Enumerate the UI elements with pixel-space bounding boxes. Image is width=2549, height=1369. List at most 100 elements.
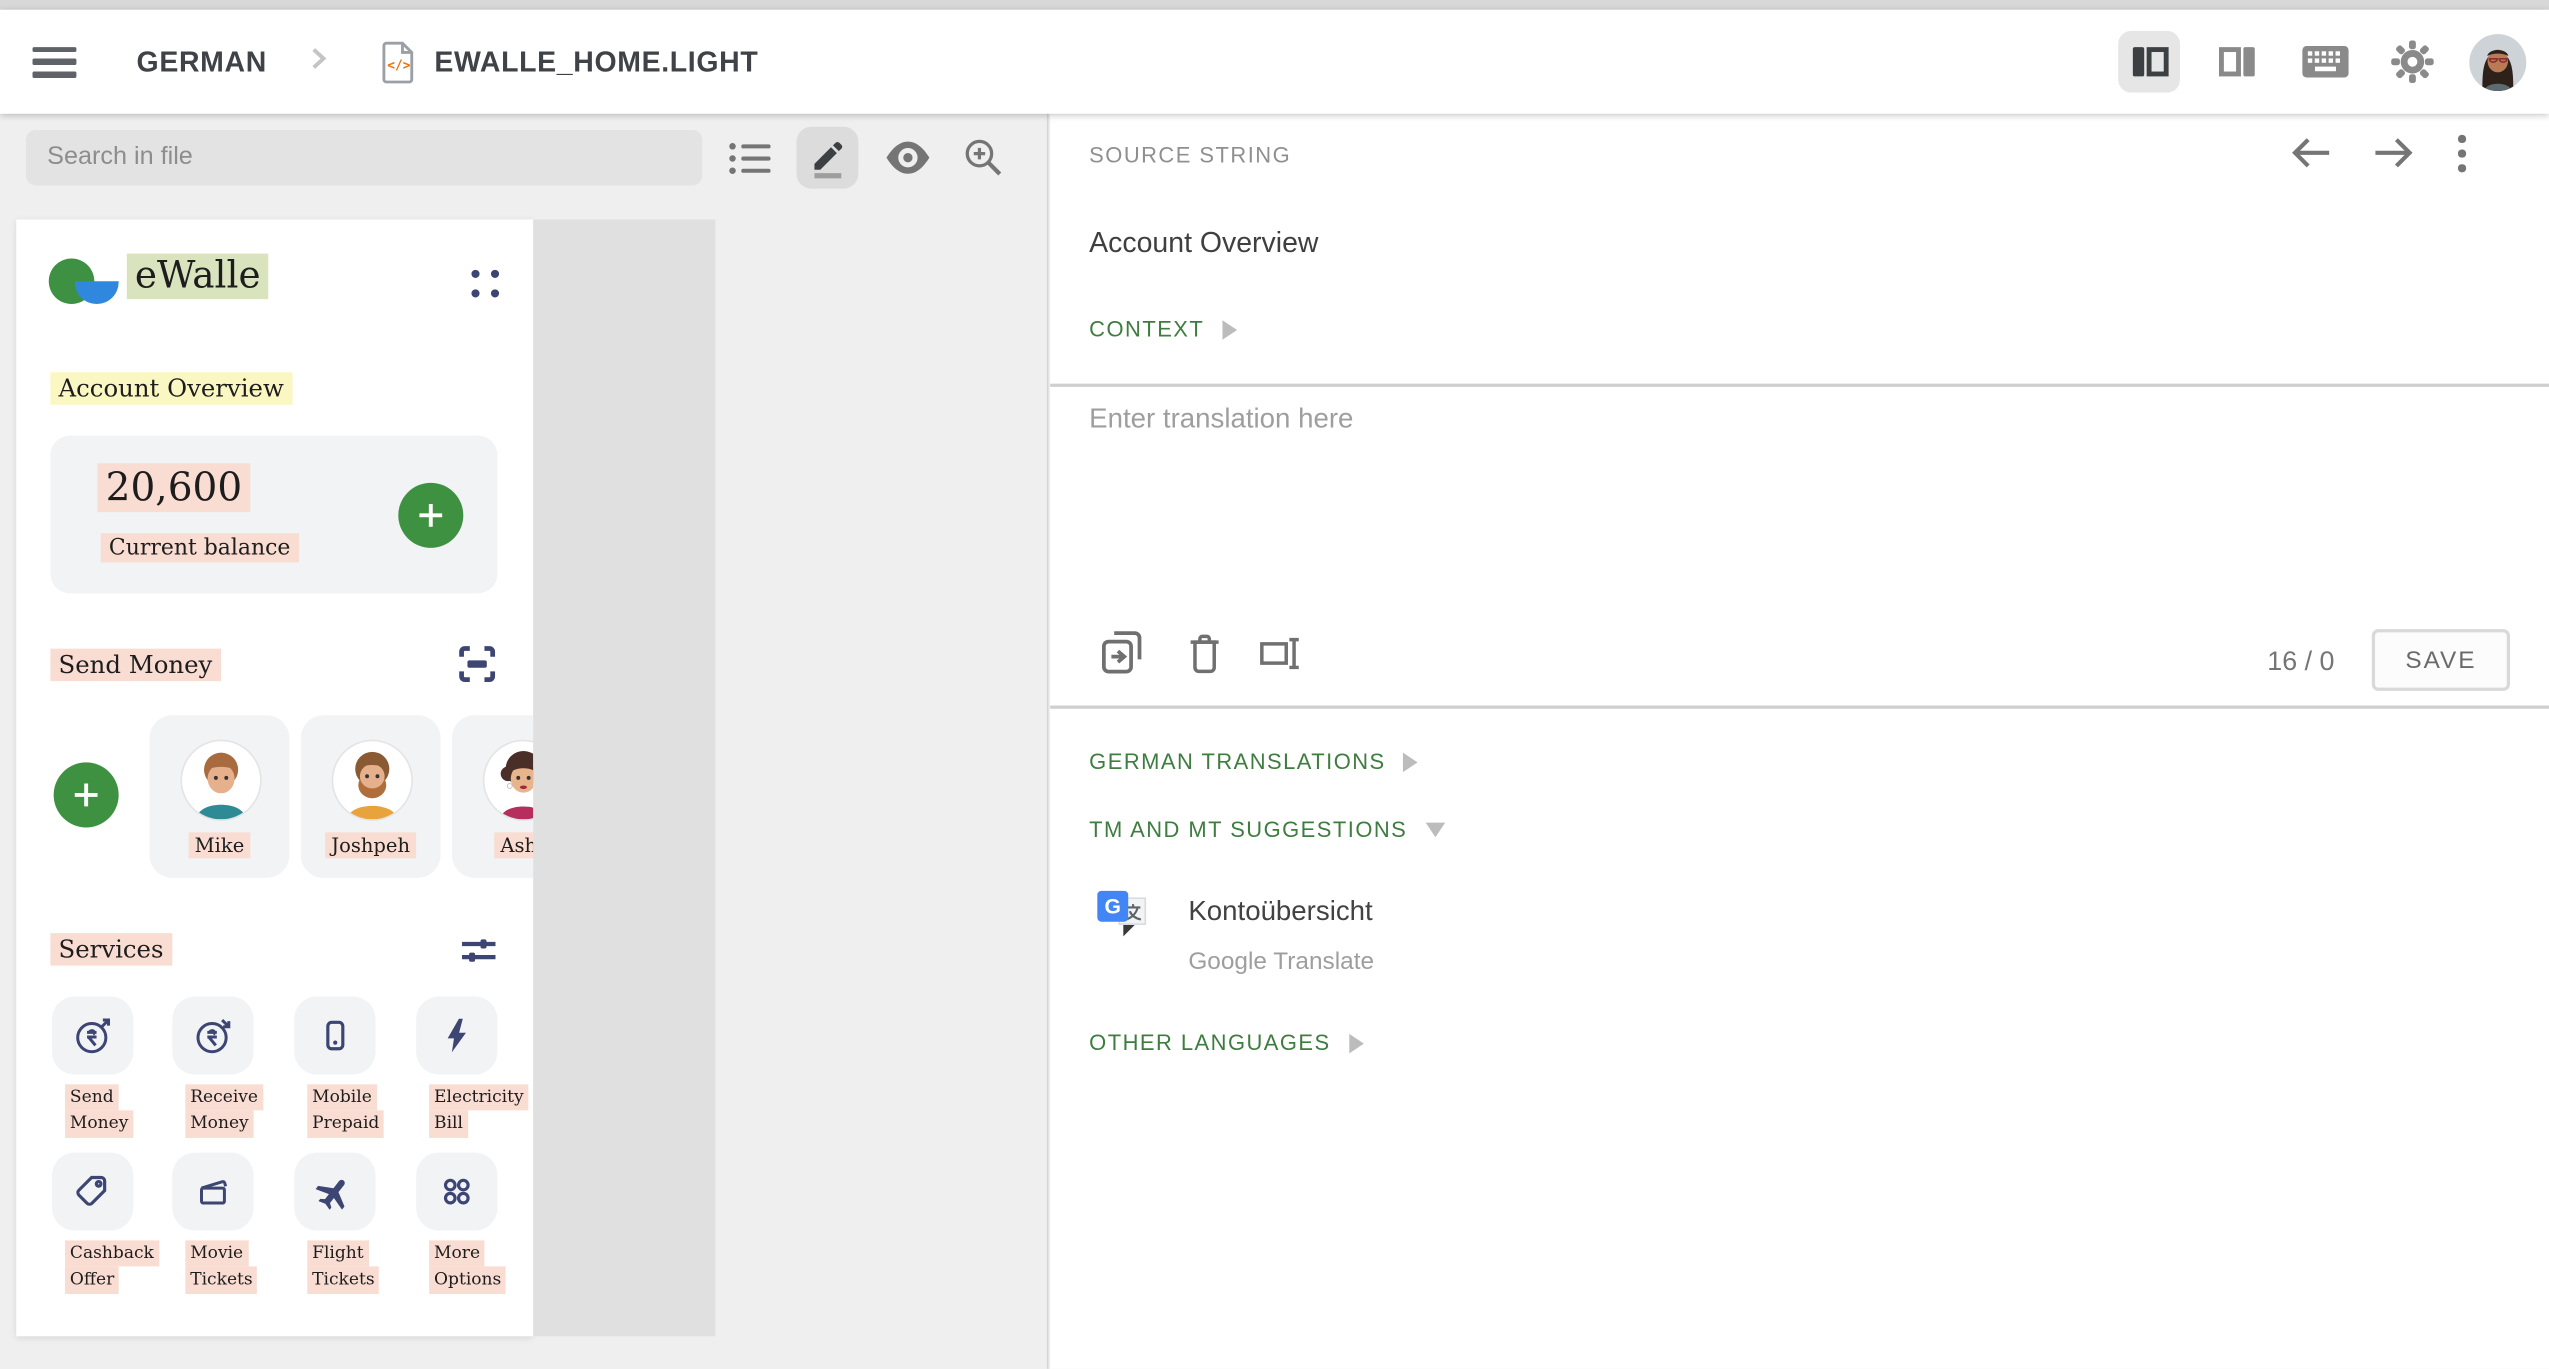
list-icon — [727, 139, 771, 176]
service-label[interactable]: ElectricityBill — [429, 1084, 528, 1137]
service-label[interactable]: FlightTickets — [307, 1240, 379, 1293]
plane-icon — [314, 1170, 356, 1212]
balance-label[interactable]: Current balance — [101, 535, 299, 561]
tag-icon — [72, 1170, 114, 1212]
balance-value[interactable]: 20,600 — [98, 465, 251, 511]
panel-right-icon — [2215, 42, 2259, 81]
service-tile-more-options[interactable] — [416, 1153, 497, 1231]
preview-panel: eWalle Account Overview 20,600 Current b… — [0, 114, 1049, 1369]
preview-account-overview-string[interactable]: Account Overview — [50, 374, 292, 403]
preview-services-string[interactable]: Services — [50, 935, 171, 964]
divider — [1050, 706, 2549, 709]
contact-avatar — [483, 740, 533, 821]
contact-name: Ashl — [452, 834, 533, 857]
translation-input[interactable] — [1089, 403, 2487, 598]
file-chip[interactable]: </> EWALLE_HOME.LIGHT — [381, 40, 759, 84]
search-bar — [26, 130, 702, 185]
user-avatar[interactable] — [2469, 33, 2526, 90]
service-tile-movie-tickets[interactable] — [172, 1153, 253, 1231]
chevron-down-icon — [1425, 823, 1445, 838]
google-translate-icon[interactable]: G — [1097, 891, 1152, 940]
service-tile-mobile-prepaid[interactable] — [294, 997, 375, 1075]
add-contact-button[interactable] — [54, 762, 119, 827]
grid-circles-icon — [436, 1170, 478, 1212]
expand-selection-icon[interactable] — [455, 642, 499, 692]
service-label[interactable]: MobilePrepaid — [307, 1084, 384, 1137]
service-tile-electricity-bill[interactable] — [416, 997, 497, 1075]
right-panel-toggle-button[interactable] — [2206, 31, 2268, 93]
more-options-kebab-icon[interactable] — [2458, 135, 2465, 172]
service-tile-receive-money[interactable] — [172, 997, 253, 1075]
search-input[interactable] — [26, 130, 702, 185]
zoom-in-icon — [962, 137, 1004, 179]
chevron-right-icon — [1404, 752, 1419, 772]
context-toggle[interactable]: CONTEXT — [1089, 317, 1237, 341]
delete-translation-button[interactable] — [1183, 631, 1225, 685]
chevron-right-icon — [1349, 1033, 1364, 1053]
code-file-icon: </> — [381, 40, 418, 84]
tm-mt-suggestions-toggle[interactable]: TM AND MT SUGGESTIONS — [1089, 818, 1444, 842]
top-bar: GERMAN </> EWALLE_HOME.LIGHT — [0, 10, 2549, 114]
suggestion-source: Google Translate — [1188, 948, 1374, 976]
panel-left-icon — [2127, 42, 2171, 81]
hamburger-menu-icon[interactable] — [33, 46, 77, 77]
preview-send-money-string[interactable]: Send Money — [50, 650, 220, 679]
balance-add-button[interactable] — [398, 483, 463, 548]
trash-icon — [1183, 631, 1225, 677]
window-edge — [0, 0, 2549, 10]
app-window: GERMAN </> EWALLE_HOME.LIGHT — [0, 0, 2549, 1369]
sliders-icon[interactable] — [457, 930, 501, 979]
arrow-right-icon — [2370, 133, 2416, 172]
german-translations-toggle[interactable]: GERMAN TRANSLATIONS — [1089, 749, 1418, 773]
preview-visibility-button[interactable] — [876, 127, 938, 189]
zoom-in-button[interactable] — [953, 127, 1015, 189]
save-button[interactable]: SAVE — [2372, 629, 2510, 691]
suggestion-text[interactable]: Kontoübersicht — [1188, 896, 1372, 929]
settings-button[interactable] — [2382, 31, 2444, 93]
eye-icon — [884, 140, 931, 176]
service-tile-flight-tickets[interactable] — [294, 1153, 375, 1231]
previous-string-button[interactable] — [2289, 133, 2335, 180]
translation-area — [1089, 403, 2487, 598]
contact-card[interactable]: Ashl — [452, 715, 533, 878]
service-label[interactable]: MovieTickets — [185, 1240, 257, 1293]
app-preview: eWalle Account Overview 20,600 Current b… — [16, 219, 533, 1336]
text-cursor-icon — [1257, 632, 1306, 674]
bolt-icon — [436, 1014, 478, 1056]
breadcrumb-chevron-icon — [306, 45, 332, 79]
arrow-left-icon — [2289, 133, 2335, 172]
copy-icon — [1097, 627, 1146, 676]
copy-source-button[interactable] — [1097, 627, 1146, 684]
source-string-label: SOURCE STRING — [1089, 143, 1291, 167]
other-languages-toggle[interactable]: OTHER LANGUAGES — [1089, 1031, 1363, 1055]
balance-card: 20,600 Current balance — [50, 436, 497, 594]
file-name: EWALLE_HOME.LIGHT — [434, 45, 758, 79]
smartphone-icon — [314, 1014, 356, 1056]
preview-app-name[interactable]: eWalle — [127, 255, 269, 297]
gear-icon — [2390, 39, 2436, 85]
rupee-down-icon — [192, 1014, 234, 1056]
left-panel-toggle-button[interactable] — [2118, 31, 2180, 93]
next-string-button[interactable] — [2370, 133, 2416, 180]
breadcrumb-project[interactable]: GERMAN — [137, 45, 267, 79]
character-counter: 16 / 0 — [2267, 647, 2334, 678]
service-label[interactable]: SendMoney — [65, 1084, 133, 1137]
keyboard-icon — [2299, 42, 2349, 81]
svg-text:</>: </> — [388, 58, 411, 73]
service-label[interactable]: MoreOptions — [429, 1240, 506, 1293]
contact-name: Mike — [150, 834, 290, 857]
edit-mode-button[interactable] — [797, 127, 859, 189]
source-text: Account Overview — [1089, 226, 1318, 260]
service-label[interactable]: ReceiveMoney — [185, 1084, 263, 1137]
service-tile-send-money[interactable] — [52, 997, 133, 1075]
contact-name: Joshpeh — [301, 834, 441, 857]
rename-key-button[interactable] — [1257, 632, 1306, 682]
keyboard-shortcuts-button[interactable] — [2294, 31, 2356, 93]
contact-card[interactable]: Mike — [150, 715, 290, 878]
service-tile-cashback-offer[interactable] — [52, 1153, 133, 1231]
preview-menu-dots-icon[interactable] — [471, 270, 499, 298]
list-view-button[interactable] — [719, 127, 781, 189]
contact-avatar — [332, 740, 413, 821]
contact-card[interactable]: Joshpeh — [301, 715, 441, 878]
service-label[interactable]: CashbackOffer — [65, 1240, 159, 1293]
